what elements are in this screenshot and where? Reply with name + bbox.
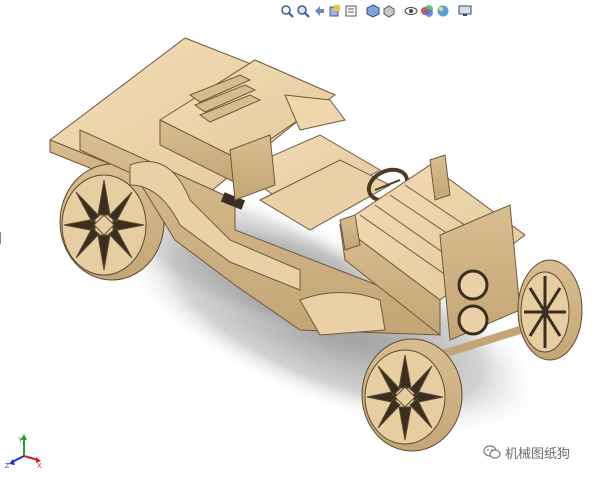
watermark-text: 机械图纸狗 [505, 446, 571, 462]
y-axis-label: Y [18, 437, 23, 444]
car-model[interactable] [0, 0, 600, 479]
coordinate-triad: Y X Z [4, 430, 44, 470]
wechat-icon [483, 445, 501, 459]
front-left-wheel [361, 338, 463, 452]
z-axis-label: Z [5, 463, 10, 470]
front-right-wheel [517, 259, 583, 361]
watermark: 机械图纸狗 [483, 442, 570, 462]
z-axis-arrow [11, 455, 25, 463]
x-axis-arrow [23, 455, 39, 461]
graphics-viewport[interactable]: Y X Z 机械图纸狗 [0, 0, 600, 479]
x-axis-label: X [37, 463, 42, 470]
